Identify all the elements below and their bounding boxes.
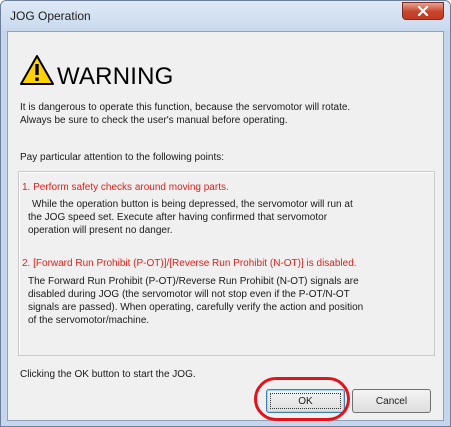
body-line: The Forward Run Prohibit (P-OT)/Reverse … (28, 276, 359, 287)
body-line: disabled during JOG (the servomotor will… (28, 289, 350, 300)
body-line: the JOG speed set. Execute after having … (28, 212, 328, 223)
warning-intro: It is dangerous to operate this function… (20, 101, 430, 127)
point-2-heading: 2. [Forward Run Prohibit (P-OT)]/[Revers… (22, 258, 357, 269)
close-icon (417, 6, 429, 16)
window-title: JOG Operation (10, 9, 91, 23)
cancel-button[interactable]: Cancel (352, 389, 431, 413)
point-2-body: The Forward Run Prohibit (P-OT)/Reverse … (28, 275, 426, 327)
start-prompt: Clicking the OK button to start the JOG. (20, 369, 196, 380)
attention-text: Pay particular attention to the followin… (20, 152, 225, 163)
point-1-heading: 1. Perform safety checks around moving p… (22, 182, 229, 193)
cancel-button-label: Cancel (375, 395, 408, 407)
body-line: signals are passed). When operating, car… (28, 302, 364, 313)
warning-heading: WARNING (57, 63, 174, 90)
intro-line: Always be sure to check the user's manua… (20, 115, 288, 126)
ok-button[interactable]: OK (266, 389, 345, 413)
body-line: of the servomotor/machine. (28, 315, 150, 326)
intro-line: It is dangerous to operate this function… (20, 102, 351, 113)
warning-triangle-icon (20, 55, 54, 85)
focus-rectangle (270, 393, 341, 409)
close-button[interactable] (402, 2, 444, 20)
body-line: While the operation button is being depr… (32, 199, 353, 210)
jog-operation-dialog: JOG Operation WARNING It is dangerous to… (0, 0, 451, 427)
body-line: operation will present no danger. (28, 225, 173, 236)
point-1-body: While the operation button is being depr… (28, 198, 426, 237)
title-bar[interactable]: JOG Operation (1, 1, 450, 31)
